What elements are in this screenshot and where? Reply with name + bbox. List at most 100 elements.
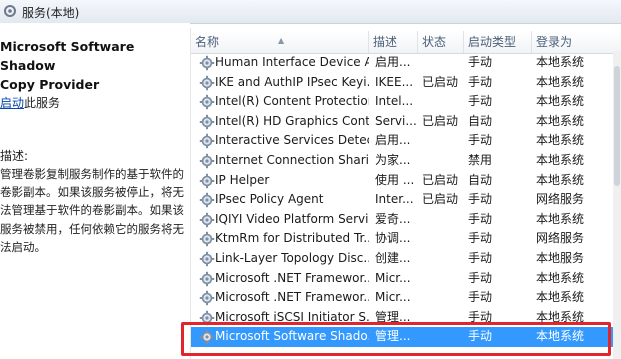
services-list[interactable]: 名称 ▲ 描述 状态 启动类型 登录为 Human Interface Devi…: [190, 28, 621, 359]
service-gear-icon: [199, 94, 215, 110]
service-startup-type: 手动: [468, 211, 493, 226]
service-startup-type: 手动: [468, 290, 493, 305]
service-description: 启用...: [375, 133, 411, 148]
service-startup-type: 自动: [468, 172, 493, 187]
service-startup-type: 自动: [468, 113, 493, 128]
service-startup-type: 手动: [468, 74, 493, 89]
service-description: Inter...: [375, 192, 414, 207]
description-label: 描述:: [0, 149, 29, 163]
column-header-name[interactable]: 名称 ▲: [191, 31, 369, 53]
service-name: Link-Layer Topology Disc...: [215, 251, 369, 265]
service-status: [422, 92, 466, 112]
description-line: 服务被禁用，任何依赖它的服务将无: [0, 221, 184, 236]
service-gear-icon: [199, 114, 215, 130]
service-row[interactable]: IPsec Policy Agent Inter... 已启动 手动 网络服务: [191, 190, 621, 210]
service-gear-icon: [199, 251, 215, 267]
service-description: 使用 ...: [375, 172, 415, 187]
column-header-name-label: 名称: [195, 35, 220, 49]
service-description: 创建...: [375, 251, 411, 265]
service-name: IP Helper: [215, 172, 270, 187]
service-log-on-as: 本地系统: [536, 55, 585, 69]
service-name: Intel(R) Content Protection...: [215, 94, 369, 109]
service-status: 已启动: [422, 172, 459, 187]
service-description: IKEE...: [375, 74, 414, 89]
service-log-on-as: 本地系统: [536, 133, 585, 148]
service-startup-type: 手动: [468, 231, 493, 246]
service-gear-icon: [199, 153, 215, 169]
service-row[interactable]: Intel(R) Content Protection... Intel... 手动…: [191, 92, 621, 112]
service-row[interactable]: Intel(R) HD Graphics Cont... Servi... 已启动自…: [191, 112, 621, 132]
service-name: Human Interface Device A...: [215, 55, 369, 69]
service-status: [422, 131, 466, 151]
service-status: [422, 210, 466, 230]
service-status: [422, 249, 466, 269]
service-gear-icon: [199, 212, 215, 228]
service-row[interactable]: Interactive Services Detect... 启用... 手动 本地系…: [191, 131, 621, 151]
service-status: [422, 53, 466, 73]
service-status: 已启动: [422, 192, 459, 207]
service-name: KtmRm for Distributed Tr...: [215, 231, 369, 246]
service-gear-icon: [199, 75, 215, 91]
service-name: Interactive Services Detect...: [215, 133, 369, 148]
service-description: Micr...: [375, 270, 411, 285]
service-status: [422, 151, 466, 171]
column-header-status[interactable]: 状态: [418, 31, 464, 53]
start-service-link[interactable]: 启动: [0, 96, 24, 110]
service-name-line1: Microsoft Software Shadow: [0, 39, 135, 73]
service-log-on-as: 本地系统: [536, 74, 585, 89]
service-startup-type: 手动: [468, 55, 493, 69]
service-description: 爱奇...: [375, 211, 411, 226]
service-gear-icon: [199, 55, 215, 71]
service-row[interactable]: IKE and AuthIP IPsec Keyi... IKEE... 已启动 手动…: [191, 73, 621, 93]
service-description: Servi...: [375, 113, 417, 128]
description-line: 卷影副本。如果该服务被停止，将无: [0, 185, 184, 200]
service-log-on-as: 本地系统: [536, 211, 585, 226]
service-row[interactable]: KtmRm for Distributed Tr... 协调... 手动 网络服务: [191, 229, 621, 249]
service-log-on-as: 本地系统: [536, 94, 585, 109]
service-log-on-as: 网络服务: [536, 192, 585, 207]
highlight-annotation-box: [181, 322, 611, 356]
service-gear-icon: [199, 133, 215, 149]
service-status: [422, 229, 466, 249]
service-row[interactable]: IQIYI Video Platform Servi... 爱奇... 手动 本地系统: [191, 210, 621, 230]
sort-ascending-icon: ▲: [278, 36, 285, 45]
column-header-bar: 名称 ▲ 描述 状态 启动类型 登录为: [191, 31, 621, 54]
service-row[interactable]: Link-Layer Topology Disc... 创建... 手动 本地服务: [191, 249, 621, 269]
service-startup-type: 手动: [468, 270, 493, 285]
service-log-on-as: 本地系统: [536, 113, 585, 128]
service-startup-type: 手动: [468, 94, 493, 109]
service-status: [422, 288, 466, 308]
service-row[interactable]: Human Interface Device A... 启用... 手动 本地系统: [191, 53, 621, 73]
column-header-startup-type[interactable]: 启动类型: [464, 31, 532, 53]
service-name: Microsoft .NET Framewor...: [215, 290, 369, 305]
service-startup-type: 手动: [468, 192, 493, 207]
window-title: 服务(本地): [22, 6, 80, 20]
service-log-on-as: 本地系统: [536, 153, 585, 167]
scrollbar-thumb[interactable]: [614, 66, 620, 186]
service-row[interactable]: Microsoft .NET Framewor... Micr... 手动 本地系统: [191, 269, 621, 289]
service-name: Intel(R) HD Graphics Cont...: [215, 113, 369, 128]
description-line: 法启动。: [0, 239, 46, 254]
service-row[interactable]: Microsoft .NET Framewor... Micr... 手动 本地系统: [191, 288, 621, 308]
service-row[interactable]: IP Helper 使用 ... 已启动 自动 本地系统: [191, 171, 621, 191]
service-startup-type: 禁用: [468, 153, 493, 167]
service-startup-type: 手动: [468, 133, 493, 148]
service-log-on-as: 本地系统: [536, 172, 585, 187]
service-name: IPsec Policy Agent: [215, 192, 324, 207]
start-service-suffix: 此服务: [24, 96, 61, 110]
service-name: IKE and AuthIP IPsec Keyi...: [215, 74, 369, 89]
service-name: Microsoft .NET Framewor...: [215, 270, 369, 285]
service-description: 协调...: [375, 231, 411, 246]
service-description-text: 管理卷影复制服务制作的基于软件的 卷影副本。如果该服务被停止，将无 法管理基于软…: [0, 165, 186, 256]
service-description: 为家...: [375, 153, 411, 167]
service-row[interactable]: Internet Connection Shari... 为家... 禁用 本地系统: [191, 151, 621, 171]
service-status: 已启动: [422, 113, 459, 128]
service-gear-icon: [199, 290, 215, 306]
column-header-log-on-as[interactable]: 登录为: [532, 31, 621, 53]
service-description-pane: Microsoft Software Shadow Copy Provider …: [0, 23, 190, 359]
start-service-line: 启动此服务: [0, 94, 60, 111]
service-status: [422, 269, 466, 289]
service-gear-icon: [199, 192, 215, 208]
column-header-description[interactable]: 描述: [369, 31, 418, 53]
service-name: Internet Connection Shari...: [215, 153, 369, 167]
